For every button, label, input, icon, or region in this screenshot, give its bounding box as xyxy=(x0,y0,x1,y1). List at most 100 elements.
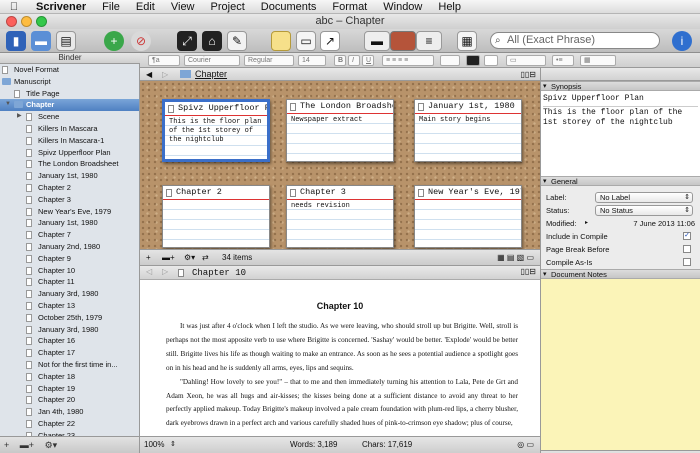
reorder-icon[interactable]: ⇄ xyxy=(202,250,209,266)
status-select[interactable]: No Status xyxy=(595,205,693,216)
back-arrow-icon[interactable]: ◀ xyxy=(146,68,152,81)
index-card[interactable]: Chapter 2 xyxy=(162,185,270,248)
menu-file[interactable]: File xyxy=(94,1,128,13)
binder-item[interactable]: Chapter 13 xyxy=(0,300,139,312)
minimize-window-button[interactable] xyxy=(21,16,32,27)
binder-item[interactable]: January 1st, 1980 xyxy=(0,217,139,229)
index-card[interactable]: Spivz Upperfloor Plan This is the floor p… xyxy=(162,99,270,162)
zoom-select[interactable]: 100% xyxy=(144,437,164,453)
italic-button[interactable]: I xyxy=(348,55,360,66)
disclosure-triangle-icon[interactable]: ▶ xyxy=(17,111,22,123)
highlight-color-swatch[interactable] xyxy=(484,55,498,66)
delete-icon[interactable]: ⊘ xyxy=(131,31,151,51)
card-layout-icons[interactable]: ▦ ▤ ▧ ▭ xyxy=(497,250,534,266)
paragraph-style-select[interactable]: ¶a xyxy=(148,55,180,66)
composition-mode-icon[interactable]: ⤢ xyxy=(177,31,197,51)
image-button[interactable]: ▭ xyxy=(506,55,546,66)
edit-icon[interactable]: ✎ xyxy=(227,31,247,51)
target-icon[interactable]: ◎ ▭ xyxy=(517,437,534,453)
binder-item[interactable]: Novel Format xyxy=(0,64,139,76)
binder-item[interactable]: Chapter 9 xyxy=(0,253,139,265)
binder-action-gear-icon[interactable]: ⚙▾ xyxy=(45,440,58,450)
binder-item[interactable]: January 3rd, 1980 xyxy=(0,288,139,300)
snapshot-icon[interactable]: ▭ xyxy=(296,31,316,51)
add-folder-card-icon[interactable]: ▬+ xyxy=(162,250,175,266)
corkboard-view-icon[interactable] xyxy=(390,31,416,51)
modified-disclosure-icon[interactable]: ▸ xyxy=(585,217,588,230)
menu-view[interactable]: View xyxy=(163,1,203,13)
synopsis-section-header[interactable]: Synopsis xyxy=(541,81,700,91)
document-notes-editor[interactable] xyxy=(541,279,700,450)
index-card[interactable]: January 1st, 1980 Main story begins xyxy=(414,99,522,162)
binder-item[interactable]: January 3rd, 1980 xyxy=(0,324,139,336)
binder-item[interactable]: Chapter 11 xyxy=(0,276,139,288)
binder-item[interactable]: Title Page xyxy=(0,88,139,100)
binder-item[interactable]: Chapter 10 xyxy=(0,265,139,277)
compile-as-is-checkbox[interactable] xyxy=(683,258,691,266)
index-card[interactable]: Chapter 3 needs revision xyxy=(286,185,394,248)
include-compile-checkbox[interactable]: ✓ xyxy=(683,232,691,240)
binder-item[interactable]: Chapter 20 xyxy=(0,394,139,406)
editor-back-icon[interactable]: ◁ xyxy=(146,266,152,280)
forward-arrow-icon[interactable]: ▷ xyxy=(162,68,168,81)
scrivenings-view-icon[interactable]: ▬ xyxy=(364,31,390,51)
apple-icon[interactable]:  xyxy=(8,1,20,13)
binder-item[interactable]: Chapter 16 xyxy=(0,335,139,347)
page-break-checkbox[interactable] xyxy=(683,245,691,253)
binder-item[interactable]: The London Broadsheet xyxy=(0,158,139,170)
binder-item[interactable]: ▶ Scene xyxy=(0,111,139,123)
add-folder-icon[interactable]: ▬+ xyxy=(20,440,34,450)
editor-text-area[interactable]: Chapter 10 It was just after 4 o'clock w… xyxy=(140,280,540,436)
text-color-swatch[interactable] xyxy=(466,55,480,66)
note-icon[interactable] xyxy=(271,31,291,51)
binder-item[interactable]: Chapter 3 xyxy=(0,194,139,206)
editor-split-icon[interactable]: ▯▯⊟ xyxy=(520,266,536,280)
binder-item[interactable]: Chapter 2 xyxy=(0,182,139,194)
list-button[interactable]: •≡ xyxy=(552,55,574,66)
font-family-select[interactable]: Courier xyxy=(184,55,240,66)
disclosure-triangle-icon[interactable]: ▼ xyxy=(5,99,11,111)
menu-project[interactable]: Project xyxy=(203,1,253,13)
binder-item[interactable]: Chapter 7 xyxy=(0,229,139,241)
binder-item[interactable]: ▼ Chapter xyxy=(0,99,139,112)
view-mode-icon[interactable]: ▤ xyxy=(56,31,76,51)
add-card-icon[interactable]: + xyxy=(146,250,151,266)
binder-item[interactable]: ▼Manuscript xyxy=(0,76,139,88)
binder-item[interactable]: January 1st, 1980 xyxy=(0,170,139,182)
binder-item[interactable]: Killers In Mascara xyxy=(0,123,139,135)
font-weight-select[interactable]: Regular xyxy=(244,55,294,66)
binder-item[interactable]: January 2nd, 1980 xyxy=(0,241,139,253)
binder-item[interactable]: New Year's Eve, 1979 xyxy=(0,206,139,218)
binder-item[interactable]: Killers In Mascara-1 xyxy=(0,135,139,147)
lock-icon[interactable]: ⌂ xyxy=(202,31,222,51)
outliner-view-icon[interactable]: ≡ xyxy=(416,31,442,51)
menu-documents[interactable]: Documents xyxy=(253,1,325,13)
binder-item[interactable]: Chapter 18 xyxy=(0,371,139,383)
binder-item[interactable]: Jan 4th, 1980 xyxy=(0,406,139,418)
document-notes-header[interactable]: Document Notes xyxy=(541,269,700,279)
menu-help[interactable]: Help xyxy=(430,1,469,13)
add-icon[interactable]: + xyxy=(104,31,124,51)
binder-item[interactable]: Chapter 17 xyxy=(0,347,139,359)
split-toggle-icon[interactable]: ▯▯⊟ xyxy=(520,68,536,81)
add-item-icon[interactable]: + xyxy=(4,440,9,450)
label-select[interactable]: No Label xyxy=(595,192,693,203)
folder-icon[interactable]: ▬ xyxy=(31,31,51,51)
bold-button[interactable]: B xyxy=(334,55,346,66)
table-button[interactable]: ▦ xyxy=(580,55,616,66)
menu-scrivener[interactable]: Scrivener xyxy=(28,1,94,13)
binder-item[interactable]: Not for the first time in... xyxy=(0,359,139,371)
underline-button[interactable]: U xyxy=(362,55,374,66)
binder-item[interactable]: Spivz Upperfloor Plan xyxy=(0,147,139,159)
line-spacing-select[interactable] xyxy=(440,55,460,66)
general-section-header[interactable]: General xyxy=(541,176,700,186)
zoom-window-button[interactable] xyxy=(36,16,47,27)
inspector-toggle-icon[interactable]: i xyxy=(672,31,692,51)
corkboard-header-title[interactable]: Chapter xyxy=(195,68,227,81)
close-window-button[interactable] xyxy=(6,16,17,27)
alignment-buttons[interactable]: ≡ ≡ ≡ ≡ xyxy=(382,55,434,66)
synopsis-editor[interactable]: Spivz Upperfloor Plan This is the floor … xyxy=(541,91,700,176)
binder-toggle-icon[interactable]: ▮ xyxy=(6,31,26,51)
link-icon[interactable]: ↗ xyxy=(320,31,340,51)
font-size-select[interactable]: 14 xyxy=(298,55,326,66)
